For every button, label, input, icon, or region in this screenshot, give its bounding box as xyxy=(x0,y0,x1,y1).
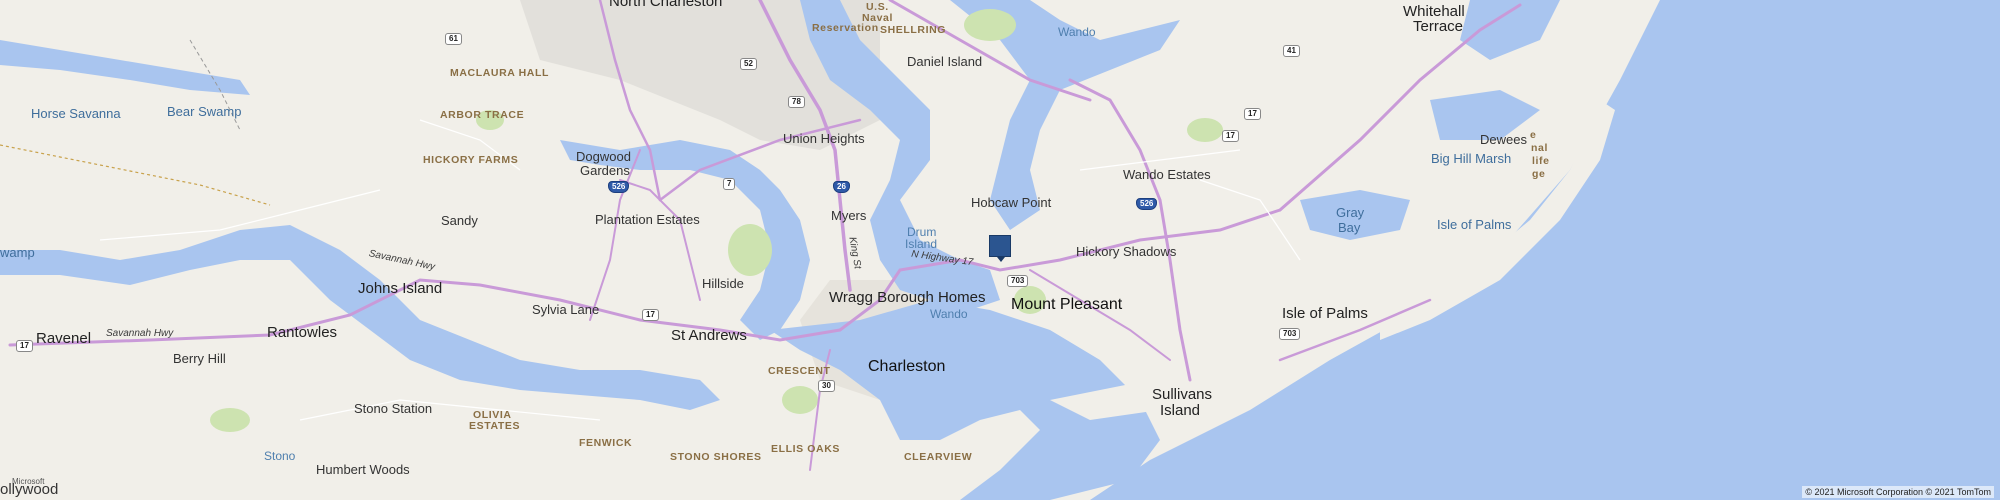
route-shield-icon: 17 xyxy=(1244,108,1261,120)
place-label: Rantowles xyxy=(267,324,338,341)
place-label: ollywood xyxy=(0,481,59,498)
place-label: Wragg Borough Homes xyxy=(829,289,986,306)
place-label: ARBOR TRACE xyxy=(440,109,525,121)
place-label: Terrace xyxy=(1413,18,1464,35)
park xyxy=(782,386,818,414)
place-label: North Charleston xyxy=(609,0,723,10)
route-shield-icon: 61 xyxy=(445,33,462,45)
place-label: life xyxy=(1532,155,1550,167)
place-label: nal xyxy=(1531,142,1548,154)
place-label: Gardens xyxy=(580,163,630,178)
place-label: Stono Station xyxy=(354,401,433,416)
location-pin-icon[interactable] xyxy=(989,235,1011,262)
water-label: Bay xyxy=(1338,220,1361,235)
map-view[interactable]: North Charleston U.S. Naval Reservation … xyxy=(0,0,2000,500)
place-label: Isle of Palms xyxy=(1282,305,1368,322)
place-label: ge xyxy=(1532,168,1546,180)
interstate-shield-icon: 26 xyxy=(833,181,850,193)
place-label: Charleston xyxy=(868,358,946,375)
place-label: Whitehall xyxy=(1403,3,1465,20)
place-label: St Andrews xyxy=(671,327,747,344)
route-shield-icon: 17 xyxy=(16,340,33,352)
place-label: ELLIS OAKS xyxy=(771,443,841,455)
place-label: Myers xyxy=(831,208,867,223)
park xyxy=(1187,118,1223,142)
park xyxy=(964,9,1016,41)
place-label: Bear Swamp xyxy=(167,104,242,119)
place-label: HICKORY FARMS xyxy=(423,154,519,166)
place-label: Union Heights xyxy=(783,131,865,146)
route-shield-icon: 703 xyxy=(1007,275,1029,287)
place-label: Hobcaw Point xyxy=(971,195,1052,210)
interstate-shield-icon: 526 xyxy=(1136,198,1158,210)
place-label: ESTATES xyxy=(469,420,521,432)
place-label: Ravenel xyxy=(36,330,92,347)
place-label: OLIVIA xyxy=(473,409,512,421)
place-label: Sylvia Lane xyxy=(532,302,600,317)
route-shield-icon: 30 xyxy=(818,380,835,392)
place-label: Sullivans xyxy=(1152,386,1213,403)
route-shield-icon: 703 xyxy=(1279,328,1301,340)
place-label: Daniel Island xyxy=(907,54,983,69)
water-label: Wando xyxy=(1058,25,1096,39)
route-shield-icon: 17 xyxy=(642,309,659,321)
place-label: Island xyxy=(1160,402,1201,419)
park xyxy=(210,408,250,432)
place-label: MACLAURA HALL xyxy=(450,67,549,79)
place-label: e xyxy=(1530,129,1537,141)
place-label: Island xyxy=(905,237,938,251)
route-shield-icon: 7 xyxy=(723,178,736,190)
place-label: Hillside xyxy=(702,276,744,291)
water-label: Wando xyxy=(930,307,968,321)
route-shield-icon: 78 xyxy=(788,96,805,108)
place-label: FENWICK xyxy=(579,437,633,449)
route-shield-icon: 41 xyxy=(1283,45,1300,57)
water-label: Isle of Palms xyxy=(1437,217,1512,232)
place-label: Dewees xyxy=(1480,132,1527,147)
interstate-shield-icon: 526 xyxy=(608,181,630,193)
place-label: Mount Pleasant xyxy=(1011,296,1123,313)
place-label: SHELLRING xyxy=(880,24,947,36)
road-label: Savannah Hwy xyxy=(106,328,174,339)
route-shield-icon: 17 xyxy=(1222,130,1239,142)
place-label: Dogwood xyxy=(576,149,631,164)
place-label: STONO SHORES xyxy=(670,451,762,463)
park xyxy=(728,224,772,276)
place-label: Berry Hill xyxy=(173,351,226,366)
place-label: Humbert Woods xyxy=(316,462,410,477)
place-label: U.S. xyxy=(866,1,889,13)
place-label: CLEARVIEW xyxy=(904,451,973,463)
place-label: Sandy xyxy=(441,213,478,228)
place-label: Johns Island xyxy=(358,280,443,297)
place-label: wamp xyxy=(0,245,35,260)
place-label: Plantation Estates xyxy=(595,212,700,227)
place-label: Horse Savanna xyxy=(31,106,121,121)
place-label: Wando Estates xyxy=(1123,167,1211,182)
map-copyright: © 2021 Microsoft Corporation © 2021 TomT… xyxy=(1802,486,1994,498)
route-shield-icon: 52 xyxy=(740,58,757,70)
place-label: Reservation xyxy=(812,22,879,34)
water-label: Gray xyxy=(1336,205,1365,220)
place-label: Stono xyxy=(264,449,296,463)
place-label: Hickory Shadows xyxy=(1076,244,1177,259)
place-label: CRESCENT xyxy=(768,365,831,377)
water-label: Big Hill Marsh xyxy=(1431,151,1512,166)
